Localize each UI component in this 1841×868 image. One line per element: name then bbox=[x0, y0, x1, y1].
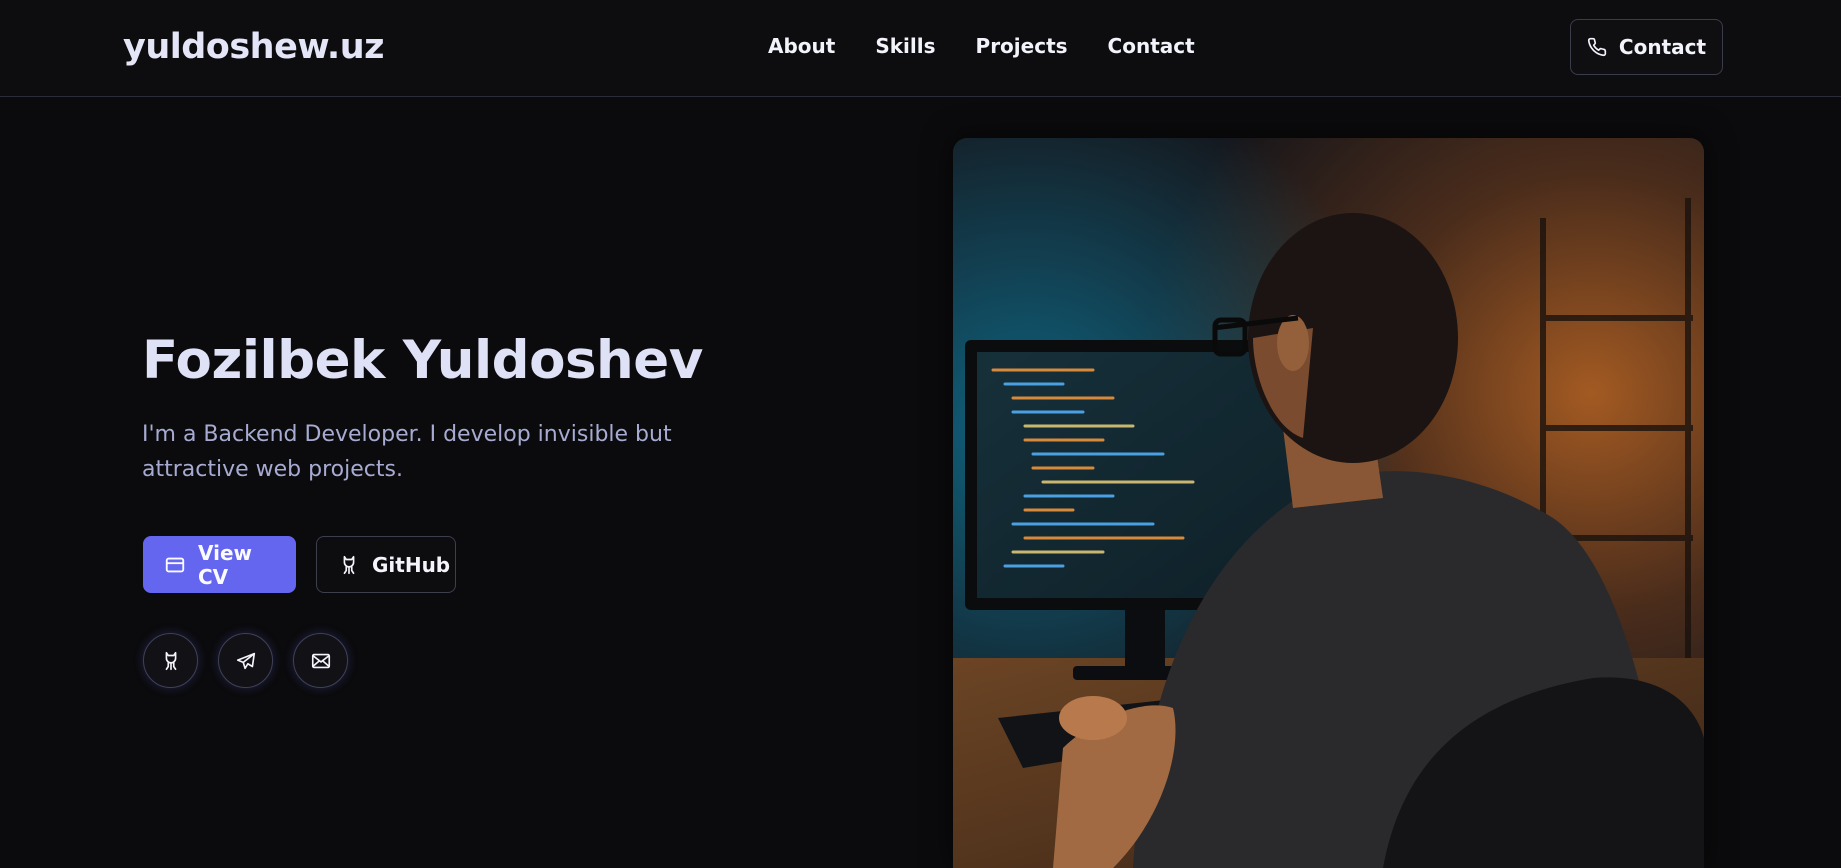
social-github-link[interactable] bbox=[143, 633, 198, 688]
view-cv-label: View CV bbox=[198, 540, 253, 589]
main-nav: About Skills Projects Contact bbox=[768, 34, 1195, 58]
phone-icon bbox=[1587, 37, 1607, 57]
telegram-icon bbox=[235, 650, 257, 672]
top-navbar: yuldoshew.uz About Skills Projects Conta… bbox=[0, 0, 1841, 97]
nav-skills[interactable]: Skills bbox=[875, 34, 935, 58]
site-logo[interactable]: yuldoshew.uz bbox=[123, 27, 385, 67]
github-icon bbox=[160, 650, 182, 672]
github-button[interactable]: GitHub bbox=[316, 536, 456, 593]
browser-window-icon bbox=[164, 554, 186, 576]
hero-subtitle: I'm a Backend Developer. I develop invis… bbox=[142, 422, 672, 482]
social-mail-link[interactable] bbox=[293, 633, 348, 688]
hero-actions: View CV GitHub bbox=[143, 536, 456, 593]
header-contact-button[interactable]: Contact bbox=[1570, 19, 1723, 75]
view-cv-button[interactable]: View CV bbox=[143, 536, 296, 593]
hero-text: Fozilbek Yuldoshev I'm a Backend Develop… bbox=[142, 330, 842, 487]
github-icon bbox=[338, 554, 360, 576]
nav-contact[interactable]: Contact bbox=[1108, 34, 1195, 58]
hero-developer-photo bbox=[953, 138, 1704, 868]
mail-icon bbox=[310, 650, 332, 672]
hero-title: Fozilbek Yuldoshev bbox=[142, 330, 703, 391]
nav-about[interactable]: About bbox=[768, 34, 835, 58]
social-telegram-link[interactable] bbox=[218, 633, 273, 688]
github-label: GitHub bbox=[372, 552, 451, 577]
social-links bbox=[143, 633, 348, 688]
header-contact-label: Contact bbox=[1618, 35, 1707, 59]
nav-projects[interactable]: Projects bbox=[976, 34, 1068, 58]
